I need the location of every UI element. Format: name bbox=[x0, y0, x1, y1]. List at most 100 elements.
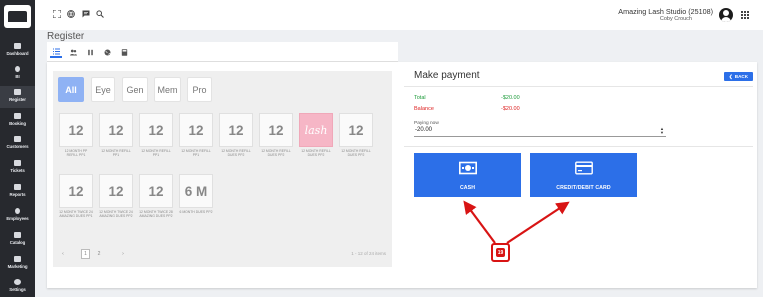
sidebar-item-booking[interactable]: Booking bbox=[0, 110, 35, 132]
sidebar-item-bi[interactable]: BI bbox=[0, 63, 35, 85]
fullscreen-icon[interactable] bbox=[53, 10, 61, 18]
customers-icon bbox=[69, 49, 77, 55]
sidebar-item-label: Catalog bbox=[9, 240, 26, 245]
product-name: 12 MONTH REFILL DUES PP2 bbox=[261, 149, 291, 157]
product-name: 12 MONTH PP REFILL PP1 bbox=[64, 149, 88, 157]
product-logo-image: lash bbox=[299, 113, 333, 147]
category-gen[interactable]: Gen bbox=[122, 77, 148, 102]
sidebar-item-employees[interactable]: Employees bbox=[0, 205, 35, 227]
product-name: 12 MONTH TWICE 24 AMAZING DUES PP1 bbox=[59, 210, 93, 218]
product-tile[interactable]: 12 12 MONTH REFILL DUES PP2 bbox=[259, 113, 293, 157]
product-name: 12 MONTH REFILL PP1 bbox=[181, 149, 211, 157]
card-button-label: CREDIT/DEBIT CARD bbox=[556, 185, 611, 191]
sidebar-item-reports[interactable]: Reports bbox=[0, 181, 35, 203]
people-icon bbox=[14, 136, 21, 142]
category-all[interactable]: All bbox=[58, 77, 84, 102]
sidebar: Dashboard BI Register Booking Customers … bbox=[0, 0, 35, 297]
sidebar-item-label: BI bbox=[15, 74, 20, 79]
product-name: 12 MONTH TWICE 28 AMAZING DUES PP2 bbox=[139, 210, 173, 218]
product-badge: 12 bbox=[59, 113, 93, 147]
product-tile[interactable]: 12 12 MONTH REFILL DUES PP2 bbox=[219, 113, 253, 157]
sidebar-item-label: Settings bbox=[9, 287, 26, 292]
balance-label: Balance bbox=[414, 106, 434, 112]
arrow-left-icon: ❮ bbox=[728, 73, 733, 79]
tab-online[interactable] bbox=[101, 46, 113, 58]
product-name: 12 MONTH TWICE 24 AMAZING DUES PP2 bbox=[99, 210, 133, 218]
product-name: 12 MONTH REFILL DUES PP2 bbox=[341, 149, 371, 157]
back-button[interactable]: ❮ BACK bbox=[724, 72, 753, 81]
sidebar-item-label: Booking bbox=[9, 121, 26, 126]
cart-icon bbox=[14, 89, 21, 95]
product-tile[interactable]: 12 12 MONTH PP REFILL PP1 bbox=[59, 113, 93, 157]
person-icon bbox=[15, 208, 20, 214]
sidebar-item-label: Employees bbox=[6, 216, 29, 221]
brand-logo[interactable] bbox=[4, 5, 31, 28]
payment-title: Make payment bbox=[414, 70, 480, 81]
pager-page-2[interactable]: 2 bbox=[95, 249, 103, 259]
product-badge: 12 bbox=[259, 113, 293, 147]
product-badge: 12 bbox=[59, 174, 93, 208]
sidebar-item-label: Customers bbox=[6, 144, 29, 149]
product-tile[interactable]: 6 M 6 MONTH DUES PP2 bbox=[179, 174, 213, 214]
calculator-icon bbox=[121, 48, 127, 56]
credit-debit-card-button[interactable]: CREDIT/DEBIT CARD bbox=[530, 153, 637, 197]
sidebar-item-customers[interactable]: Customers bbox=[0, 133, 35, 155]
product-badge: 12 bbox=[179, 113, 213, 147]
product-tile[interactable]: lash 12 MONTH REFILL DUES PP2 bbox=[299, 113, 333, 157]
product-tile[interactable]: 12 12 MONTH TWICE 28 AMAZING DUES PP2 bbox=[139, 174, 173, 218]
sidebar-item-label: Register bbox=[9, 97, 26, 102]
tab-calculator[interactable] bbox=[118, 46, 130, 58]
sidebar-item-label: Dashboard bbox=[6, 51, 29, 56]
product-badge: 12 bbox=[99, 174, 133, 208]
tab-hold[interactable] bbox=[84, 46, 96, 58]
bar-chart-icon bbox=[14, 184, 21, 190]
tab-list-view[interactable] bbox=[50, 46, 62, 58]
product-name: 12 MONTH REFILL PP1 bbox=[141, 149, 171, 157]
sidebar-item-settings[interactable]: Settings bbox=[0, 276, 35, 297]
apps-grid-icon[interactable] bbox=[741, 11, 749, 19]
tab-customers[interactable] bbox=[67, 46, 79, 58]
product-badge: 12 bbox=[219, 113, 253, 147]
avatar[interactable] bbox=[719, 8, 733, 22]
product-name: 12 MONTH REFILL PP1 bbox=[101, 149, 131, 157]
product-tile[interactable]: 12 12 MONTH TWICE 24 AMAZING DUES PP1 bbox=[59, 174, 93, 218]
sidebar-item-catalog[interactable]: Catalog bbox=[0, 229, 35, 251]
sidebar-item-register[interactable]: Register bbox=[0, 86, 35, 108]
globe-icon[interactable] bbox=[67, 10, 75, 18]
category-mem[interactable]: Mem bbox=[154, 77, 181, 102]
sidebar-item-tickets[interactable]: Tickets bbox=[0, 157, 35, 179]
pager-next-button[interactable]: › bbox=[119, 249, 127, 259]
chat-icon[interactable] bbox=[82, 10, 90, 18]
product-tile[interactable]: 12 12 MONTH REFILL PP1 bbox=[139, 113, 173, 157]
pager-prev-button[interactable]: ‹ bbox=[59, 249, 67, 259]
user-name: Coby Crouch bbox=[659, 16, 692, 22]
sidebar-item-label: Reports bbox=[9, 192, 26, 197]
product-tile[interactable]: 12 12 MONTH TWICE 24 AMAZING DUES PP2 bbox=[99, 174, 133, 218]
cash-button[interactable]: CASH bbox=[414, 153, 521, 197]
list-icon bbox=[14, 232, 21, 238]
studio-name: Amazing Lash Studio (25108) bbox=[618, 7, 713, 16]
product-panel: All Eye Gen Mem Pro 12 12 MONTH PP REFIL… bbox=[53, 71, 392, 267]
category-pro[interactable]: Pro bbox=[187, 77, 212, 102]
bulb-icon bbox=[15, 66, 20, 72]
product-badge: 12 bbox=[339, 113, 373, 147]
gear-icon bbox=[14, 279, 21, 285]
product-name: 6 MONTH DUES PP2 bbox=[179, 210, 213, 214]
globe-icon bbox=[104, 49, 111, 55]
sidebar-item-marketing[interactable]: Marketing bbox=[0, 253, 35, 275]
product-tile[interactable]: 12 12 MONTH REFILL PP1 bbox=[179, 113, 213, 157]
cash-icon bbox=[458, 161, 477, 175]
product-tile[interactable]: 12 12 MONTH REFILL DUES PP2 bbox=[339, 113, 373, 157]
pager-page-1[interactable]: 1 bbox=[81, 249, 90, 259]
sidebar-item-dashboard[interactable]: Dashboard bbox=[0, 40, 35, 62]
product-badge: 6 M bbox=[179, 174, 213, 208]
paying-now-input[interactable]: -20.00 ▲ ▼ bbox=[414, 127, 666, 137]
category-eye[interactable]: Eye bbox=[91, 77, 115, 102]
ticket-icon bbox=[14, 160, 21, 166]
credit-card-icon bbox=[574, 161, 593, 175]
search-icon[interactable] bbox=[96, 10, 104, 18]
product-tile[interactable]: 12 12 MONTH REFILL PP1 bbox=[99, 113, 133, 157]
dashboard-icon bbox=[14, 43, 21, 49]
pager-info: 1 - 12 of 24 items bbox=[351, 251, 386, 256]
stepper-icon[interactable]: ▲ ▼ bbox=[660, 127, 664, 135]
